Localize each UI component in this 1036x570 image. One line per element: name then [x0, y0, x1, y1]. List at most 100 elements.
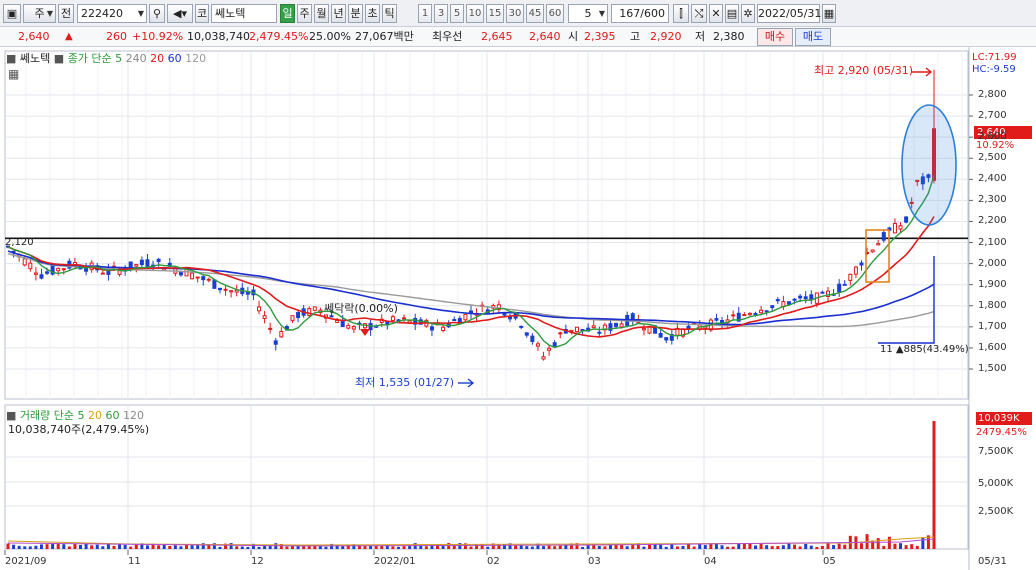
period-day[interactable]: 일	[280, 4, 295, 23]
legend-ma120: 120	[185, 52, 207, 65]
interval-30[interactable]: 30	[506, 4, 524, 23]
data-range-field[interactable]: 167/600	[611, 4, 669, 23]
interval-1[interactable]: 1	[418, 4, 432, 23]
stock-code-input[interactable]: 222420 ▼	[77, 4, 147, 23]
volume-bar	[731, 546, 735, 549]
volume-bar	[608, 545, 612, 549]
period-minute[interactable]: 분	[348, 4, 363, 23]
buy-button[interactable]: 매수	[757, 28, 793, 46]
stock-chart[interactable]	[0, 47, 1036, 570]
chart-settings-icon[interactable]: ▣	[3, 4, 21, 23]
low-price: 2,380	[713, 30, 745, 43]
market-code-button[interactable]: 코	[195, 4, 209, 23]
close-icon[interactable]: ✕	[709, 4, 723, 23]
date-field[interactable]: 2022/05/31	[757, 4, 821, 23]
candle-body	[898, 225, 903, 230]
price-axis-label: 1,500	[978, 363, 1007, 374]
volume-bar	[793, 544, 797, 549]
volume-bar	[804, 543, 808, 549]
candle-body	[262, 315, 267, 320]
calendar-icon[interactable]: ▦	[822, 4, 836, 23]
volume-bar	[720, 545, 724, 549]
candle-body	[139, 259, 144, 266]
stock-name-field[interactable]: 쎄노텍	[211, 4, 277, 23]
volume-bar	[625, 546, 629, 549]
open-label: 시	[568, 30, 579, 43]
chevron-down-icon: ▼	[598, 9, 605, 18]
hc-label: HC:-9.59	[972, 64, 1016, 75]
chart-area[interactable]: ■ 쎄노텍 ■ 종가 단순 5 240 20 60 120 ▦ LC:71.99…	[0, 47, 1036, 570]
candle-body	[731, 314, 736, 317]
volume-bar	[396, 546, 400, 549]
volume-bar	[118, 544, 122, 549]
highlight-ellipse	[901, 104, 957, 226]
candle-body	[747, 313, 752, 316]
high-annotation: 최고 2,920 (05/31)	[814, 64, 914, 77]
period-week[interactable]: 주	[297, 4, 312, 23]
x-axis-label: 11	[128, 556, 141, 567]
sound-icon[interactable]: ◀▾	[167, 4, 193, 23]
period-second[interactable]: 초	[365, 4, 380, 23]
candle-type-icon[interactable]: ⫿	[673, 4, 689, 23]
volume-current-tag: 10,039K	[976, 412, 1032, 425]
candle-body	[28, 262, 33, 270]
high-label: 고	[630, 30, 641, 43]
period-tick[interactable]: 틱	[382, 4, 397, 23]
candle-body	[351, 326, 356, 330]
candle-body	[217, 287, 222, 291]
interval-10[interactable]: 10	[466, 4, 484, 23]
volume-legend-label: 거래량 단순	[19, 409, 75, 422]
price-axis-label: 2,600	[978, 131, 1007, 143]
interval-15[interactable]: 15	[486, 4, 504, 23]
candle-body	[190, 272, 195, 280]
interval-value: 5	[584, 7, 592, 20]
candle-body	[558, 332, 563, 335]
prev-button[interactable]: 전	[58, 4, 74, 23]
volume-bar	[424, 546, 428, 549]
volume-bar	[285, 546, 289, 549]
period-month[interactable]: 월	[314, 4, 329, 23]
legend-ma-label: 종가 단순	[67, 52, 112, 65]
period-year[interactable]: 년	[331, 4, 346, 23]
interval-60[interactable]: 60	[546, 4, 564, 23]
interval-input[interactable]: 5 ▼	[568, 4, 608, 23]
search-icon[interactable]: ⚲	[149, 4, 165, 23]
volume-bar	[859, 543, 863, 549]
volume-legend-ma5: 5	[77, 409, 85, 422]
candle-body	[792, 298, 797, 301]
volume-bar	[726, 546, 730, 549]
sell-button[interactable]: 매도	[795, 28, 831, 46]
price-axis-label: 1,700	[978, 320, 1007, 332]
best-bid: 2,640	[529, 30, 561, 43]
interval-5[interactable]: 5	[450, 4, 464, 23]
volume-bar	[67, 546, 71, 549]
price-axis-label: 2,300	[978, 194, 1007, 206]
gear-icon[interactable]: ✲	[741, 4, 755, 23]
volume-bar	[380, 545, 384, 549]
indicator-icon[interactable]: ⤭	[691, 4, 707, 23]
price-axis-label: 2,700	[978, 110, 1007, 122]
volume-bar	[776, 546, 780, 549]
volume-bar	[56, 544, 60, 549]
save-icon[interactable]: ▤	[725, 4, 739, 23]
price-axis-label: 1,600	[978, 341, 1007, 353]
interval-3[interactable]: 3	[434, 4, 448, 23]
chevron-down-icon: ▼	[137, 9, 144, 18]
candle-body	[257, 306, 262, 312]
volume-bar	[547, 545, 551, 549]
volume-bar	[246, 546, 250, 549]
candle-body	[195, 276, 200, 279]
volume-bar	[157, 545, 161, 549]
candle-body	[279, 330, 284, 338]
grid-toggle-icon[interactable]: ▦	[8, 68, 19, 81]
volume-bar	[910, 544, 914, 549]
candle-body	[881, 232, 886, 241]
candle-body	[892, 223, 897, 234]
market-type-dropdown[interactable]: 주 ▼	[23, 4, 56, 23]
candle-body	[591, 325, 596, 329]
volume-bar	[642, 546, 646, 549]
volume-bar	[798, 546, 802, 549]
interval-45[interactable]: 45	[526, 4, 544, 23]
volume-bar	[558, 545, 562, 549]
volume-bar	[759, 543, 763, 549]
